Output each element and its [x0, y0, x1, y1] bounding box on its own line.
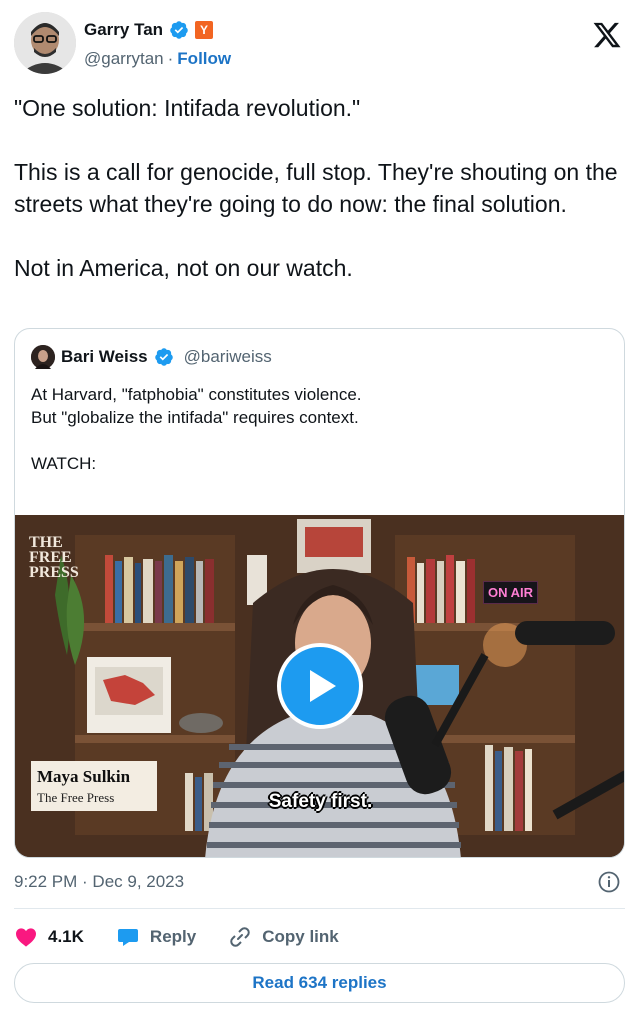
info-icon[interactable] — [597, 870, 621, 894]
yc-affiliate-badge[interactable]: Y — [195, 21, 214, 39]
link-icon — [230, 927, 250, 947]
video-player[interactable]: THE FREE PRESS ON AIR Maya Sulkin The Fr… — [15, 515, 624, 857]
play-button[interactable] — [277, 643, 363, 729]
author-handle-row: @garrytan · Follow — [84, 49, 231, 69]
author-avatar[interactable] — [14, 12, 76, 74]
video-caption: Safety first. — [268, 791, 373, 812]
author-name-row: Garry Tan Y — [84, 20, 214, 40]
heart-icon — [16, 928, 36, 947]
verified-badge-icon — [170, 21, 188, 39]
on-air-sign: ON AIR — [483, 581, 539, 604]
read-replies-button[interactable]: Read 634 replies — [14, 963, 625, 1003]
free-press-logo: THE FREE PRESS — [29, 534, 79, 581]
tweet-timestamp[interactable]: 9:22 PM · Dec 9, 2023 — [14, 872, 184, 892]
quoted-author-display-name: Bari Weiss — [61, 347, 148, 366]
copy-link-button[interactable]: Copy link — [228, 925, 339, 949]
reply-bubble-icon — [117, 929, 138, 946]
play-icon — [310, 670, 336, 702]
quoted-tweet-header: Bari Weiss @bariweiss — [31, 345, 272, 369]
verified-badge-icon — [154, 348, 173, 366]
lower-third-name: Maya Sulkin — [37, 767, 131, 786]
quoted-author-handle: @bariweiss — [183, 347, 272, 366]
tweet-text: "One solution: Intifada revolution." Thi… — [14, 95, 618, 281]
quoted-author-avatar — [31, 345, 55, 369]
divider — [14, 908, 625, 909]
quoted-tweet-text: At Harvard, "fatphobia" constitutes viol… — [31, 385, 362, 473]
author-handle[interactable]: @garrytan — [84, 49, 164, 69]
handle-separator: · — [167, 49, 174, 68]
reply-label: Reply — [149, 927, 197, 946]
like-button[interactable]: 4.1K — [14, 925, 84, 949]
x-logo-icon[interactable] — [592, 20, 622, 50]
tweet-header: Garry Tan Y @garrytan · Follow — [14, 12, 624, 76]
like-count: 4.1K — [48, 927, 84, 946]
quoted-tweet[interactable]: Bari Weiss @bariweiss At Harvard, "fatph… — [14, 328, 625, 858]
copy-link-label: Copy link — [262, 927, 339, 946]
follow-button[interactable]: Follow — [177, 49, 231, 69]
tweet-actions: 4.1K Reply Copy link — [14, 922, 371, 952]
reply-button[interactable]: Reply — [116, 925, 196, 949]
author-display-name[interactable]: Garry Tan — [84, 20, 163, 40]
